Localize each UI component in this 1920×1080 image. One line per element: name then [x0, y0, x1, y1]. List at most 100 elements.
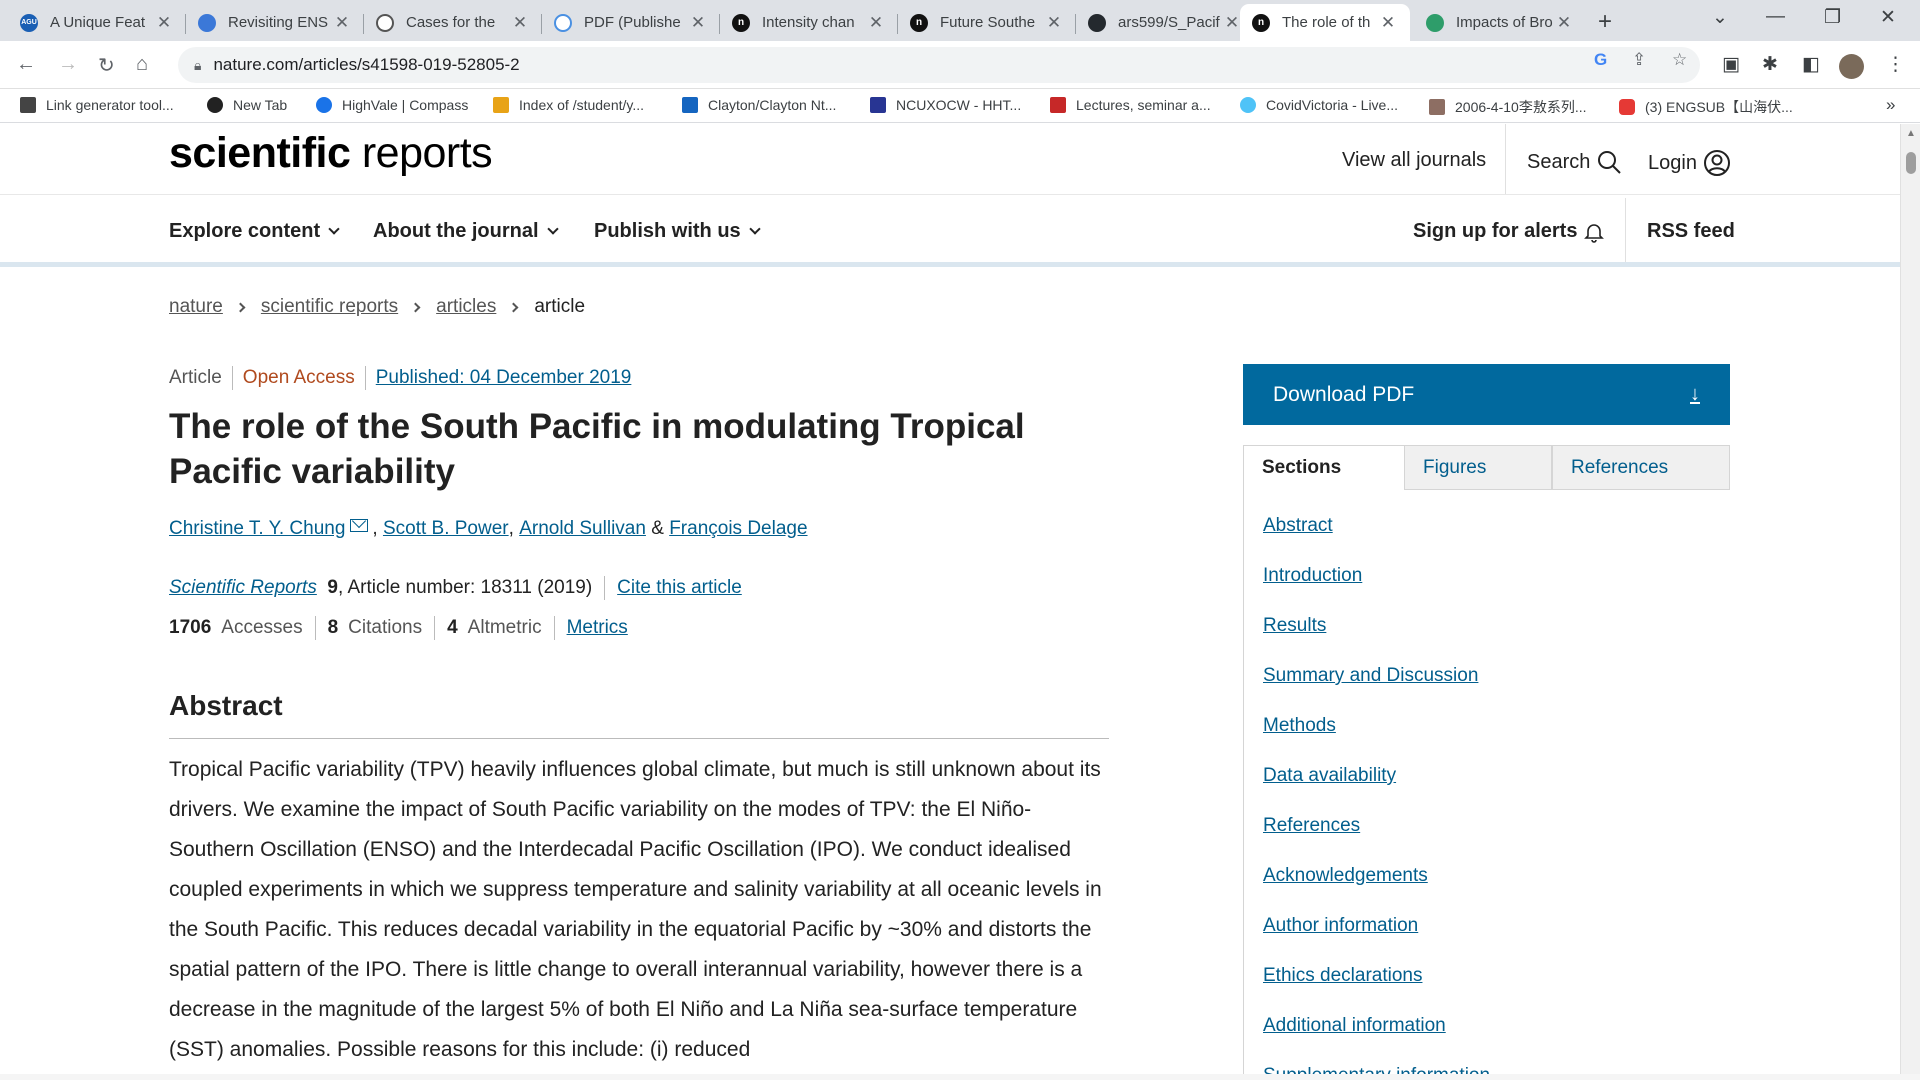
browser-tab[interactable]: PDF (Publishe ✕ — [542, 4, 720, 41]
bookmark-item[interactable]: (3) ENGSUB【山海伏... — [1619, 97, 1793, 117]
minimize-icon[interactable]: — — [1766, 6, 1785, 28]
section-item: Ethics declarations — [1263, 964, 1490, 1014]
back-icon[interactable]: ← — [16, 53, 36, 76]
section-link[interactable]: Data availability — [1263, 765, 1396, 786]
lecture-icon — [1050, 97, 1066, 113]
tab-figures[interactable]: Figures — [1404, 445, 1552, 490]
rss-feed-link[interactable]: RSS feed — [1647, 220, 1735, 243]
new-tab-button[interactable]: + — [1598, 8, 1612, 36]
menu-about-journal[interactable]: About the journal — [373, 220, 559, 243]
alerts-signup-link[interactable]: Sign up for alerts — [1413, 220, 1605, 243]
scrollbar-thumb[interactable] — [1906, 152, 1916, 174]
chevron-down-icon — [546, 223, 559, 235]
author-link[interactable]: Arnold Sullivan — [519, 518, 646, 540]
view-all-journals-link[interactable]: View all journals — [1342, 149, 1486, 172]
browser-tab[interactable]: Impacts of Bro ✕ — [1414, 4, 1586, 41]
breadcrumb-nature[interactable]: nature — [169, 296, 223, 318]
google-icon[interactable]: G — [1594, 50, 1607, 70]
section-link[interactable]: Methods — [1263, 715, 1336, 736]
share-icon[interactable]: ⇪ — [1632, 50, 1646, 70]
menu-publish-with-us[interactable]: Publish with us — [594, 220, 761, 243]
published-date-link[interactable]: Published: 04 December 2019 — [376, 367, 632, 389]
close-tab-icon[interactable]: ✕ — [154, 13, 174, 33]
scroll-up-icon[interactable]: ▲ — [1906, 128, 1916, 139]
reload-icon[interactable]: ↻ — [98, 53, 115, 78]
close-tab-icon[interactable]: ✕ — [1554, 13, 1574, 33]
bookmark-icon — [20, 97, 36, 113]
search-button[interactable]: Search — [1527, 149, 1622, 175]
bookmark-item[interactable]: Link generator tool... — [20, 97, 174, 113]
close-tab-icon[interactable]: ✕ — [332, 13, 352, 33]
login-button[interactable]: Login — [1648, 149, 1731, 177]
tab-sections[interactable]: Sections — [1243, 445, 1404, 490]
breadcrumb-scientific-reports[interactable]: scientific reports — [261, 296, 398, 318]
close-tab-icon[interactable]: ✕ — [1044, 13, 1064, 33]
restore-icon[interactable]: ❐ — [1824, 6, 1841, 29]
bookmark-item[interactable]: HighVale | Compass — [316, 97, 468, 113]
search-label: Search — [1527, 150, 1591, 173]
browser-tab[interactable]: n Intensity chan ✕ — [720, 4, 898, 41]
bookmark-item[interactable]: Lectures, seminar a... — [1050, 97, 1211, 113]
login-label: Login — [1648, 151, 1697, 174]
bookmark-item[interactable]: NCUXOCW - HHT... — [870, 97, 1021, 113]
close-window-icon[interactable]: ✕ — [1880, 6, 1896, 29]
browser-tab-active[interactable]: n The role of th ✕ — [1240, 4, 1410, 41]
site-logo[interactable]: scientific reports — [169, 129, 493, 178]
lock-icon: 🔒︎ — [194, 56, 202, 73]
browser-tab[interactable]: ars599/S_Pacif ✕ — [1076, 4, 1254, 41]
section-link[interactable]: Acknowledgements — [1263, 865, 1428, 886]
abstract-text: Tropical Pacific variability (TPV) heavi… — [169, 758, 1102, 1061]
close-tab-icon[interactable]: ✕ — [688, 13, 708, 33]
section-link[interactable]: Ethics declarations — [1263, 965, 1422, 986]
metrics-link[interactable]: Metrics — [567, 617, 628, 639]
section-link[interactable]: References — [1263, 815, 1360, 836]
tab-search-icon[interactable]: ⌄ — [1712, 6, 1728, 29]
tab-references[interactable]: References — [1552, 445, 1730, 490]
close-tab-icon[interactable]: ✕ — [1378, 13, 1398, 33]
extension-icon[interactable]: ▣ — [1722, 53, 1740, 76]
section-link[interactable]: Summary and Discussion — [1263, 665, 1478, 686]
journal-link[interactable]: Scientific Reports — [169, 577, 317, 599]
bookmark-star-icon[interactable]: ☆ — [1672, 50, 1687, 70]
browser-tab[interactable]: n Future Southe ✕ — [898, 4, 1076, 41]
section-link[interactable]: Introduction — [1263, 565, 1362, 586]
puzzle-icon[interactable]: ✱ — [1762, 53, 1778, 76]
kebab-menu-icon[interactable]: ⋮ — [1886, 53, 1905, 76]
browser-tab[interactable]: Cases for the ✕ — [364, 4, 542, 41]
author-link[interactable]: François Delage — [669, 518, 807, 540]
close-tab-icon[interactable]: ✕ — [866, 13, 886, 33]
bookmark-item[interactable]: Index of /student/y... — [493, 97, 644, 113]
home-icon[interactable]: ⌂ — [136, 53, 148, 76]
section-link[interactable]: Results — [1263, 615, 1326, 636]
cite-article-link[interactable]: Cite this article — [617, 577, 742, 599]
tab-title: Revisiting ENS — [228, 14, 329, 31]
profile-avatar[interactable] — [1839, 54, 1864, 79]
close-tab-icon[interactable]: ✕ — [510, 13, 530, 33]
bookmark-item[interactable]: CovidVictoria - Live... — [1240, 97, 1398, 113]
address-bar[interactable]: 🔒︎ nature.com/articles/s41598-019-52805-… — [178, 47, 1700, 83]
bookmark-item[interactable]: Clayton/Clayton Nt... — [682, 97, 836, 113]
author-link[interactable]: Christine T. Y. Chung — [169, 518, 345, 540]
author-link[interactable]: Scott B. Power — [383, 518, 509, 540]
section-item: Introduction — [1263, 564, 1490, 614]
breadcrumb-articles[interactable]: articles — [436, 296, 496, 318]
browser-tab[interactable]: Revisiting ENS ✕ — [186, 4, 364, 41]
close-tab-icon[interactable]: ✕ — [1222, 13, 1242, 33]
page-scrollbar[interactable]: ▲ — [1900, 124, 1920, 1080]
abstract-heading: Abstract — [169, 690, 283, 721]
agu-icon: AGU — [20, 13, 38, 32]
side-panel-icon[interactable]: ◧ — [1802, 53, 1820, 76]
bookmark-item[interactable]: New Tab — [207, 97, 287, 113]
section-item: Abstract — [1263, 514, 1490, 564]
section-link[interactable]: Author information — [1263, 915, 1418, 936]
forward-icon[interactable]: → — [58, 53, 78, 76]
download-pdf-button[interactable]: Download PDF ↓ — [1243, 364, 1730, 425]
menu-explore-content[interactable]: Explore content — [169, 220, 340, 243]
browser-tab[interactable]: AGU A Unique Feat ✕ — [8, 4, 186, 41]
bookmark-item[interactable]: 2006-4-10李敖系列... — [1429, 97, 1587, 117]
section-link[interactable]: Additional information — [1263, 1015, 1446, 1036]
bookmarks-overflow-button[interactable]: » — [1886, 95, 1895, 115]
email-icon[interactable] — [350, 518, 369, 532]
section-item: Author information — [1263, 914, 1490, 964]
section-link[interactable]: Abstract — [1263, 515, 1333, 536]
